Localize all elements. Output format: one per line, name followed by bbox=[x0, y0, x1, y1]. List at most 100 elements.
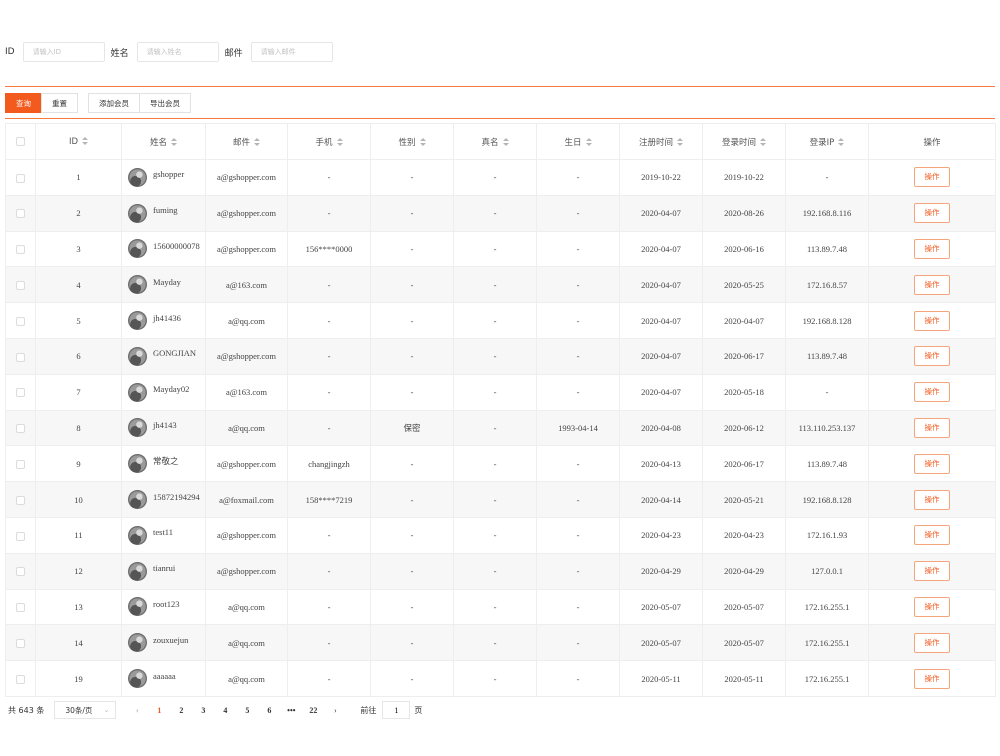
column-header-email[interactable]: 邮件 bbox=[205, 123, 288, 160]
row-select-cell[interactable] bbox=[5, 660, 36, 697]
row-checkbox[interactable] bbox=[16, 388, 25, 398]
id-input[interactable] bbox=[22, 42, 105, 62]
user-name: Mayday bbox=[153, 276, 181, 287]
sort-icon[interactable] bbox=[336, 138, 343, 146]
column-header-name[interactable]: 姓名 bbox=[121, 123, 206, 160]
row-checkbox[interactable] bbox=[16, 567, 25, 577]
next-page-chevron-right-icon[interactable]: › bbox=[324, 706, 346, 715]
table-row: 1 gshopper a@gshopper.com - - - -2019-10-22 201… bbox=[5, 159, 996, 196]
action-button[interactable]: 操作 bbox=[914, 238, 950, 259]
sort-icon[interactable] bbox=[838, 138, 845, 146]
row-select-cell[interactable] bbox=[5, 445, 36, 483]
column-header-phone[interactable]: 手机 bbox=[287, 123, 371, 160]
add-member-button[interactable]: 添加会员 bbox=[88, 93, 140, 113]
action-button[interactable]: 操作 bbox=[914, 346, 950, 367]
cell-ip: 172.16.1.93 bbox=[785, 516, 869, 554]
column-header-login-time[interactable]: 登录时间 bbox=[702, 123, 786, 160]
page-number[interactable]: 22 bbox=[302, 706, 324, 715]
row-select-cell[interactable] bbox=[5, 337, 36, 375]
row-checkbox[interactable] bbox=[16, 603, 25, 613]
action-button[interactable]: 操作 bbox=[914, 561, 950, 582]
action-button[interactable]: 操作 bbox=[914, 668, 950, 689]
row-checkbox[interactable] bbox=[16, 245, 25, 255]
row-select-cell[interactable] bbox=[5, 624, 36, 662]
email-input[interactable] bbox=[250, 42, 333, 62]
row-select-cell[interactable] bbox=[5, 194, 36, 232]
page-size-select[interactable]: 30条/页 ⌄ bbox=[54, 701, 117, 719]
goto-page-input[interactable] bbox=[382, 701, 411, 719]
column-header-birthday[interactable]: 生日 bbox=[536, 123, 620, 160]
select-all-header[interactable] bbox=[5, 123, 36, 160]
action-button[interactable]: 操作 bbox=[914, 203, 950, 224]
page-number[interactable]: 2 bbox=[170, 706, 192, 715]
search-label-email: 邮件 bbox=[224, 48, 243, 59]
sort-icon[interactable] bbox=[254, 138, 260, 146]
column-header-realname[interactable]: 真名 bbox=[453, 123, 537, 160]
cell-id: 9 bbox=[35, 445, 122, 483]
page-number[interactable]: ••• bbox=[280, 706, 302, 715]
row-select-cell[interactable] bbox=[5, 409, 36, 447]
row-checkbox[interactable] bbox=[16, 316, 25, 326]
row-select-cell[interactable] bbox=[5, 302, 36, 339]
row-checkbox[interactable] bbox=[16, 531, 25, 541]
column-label: 操作 bbox=[923, 137, 941, 148]
cell-ip: 172.16.255.1 bbox=[785, 660, 869, 697]
action-button[interactable]: 操作 bbox=[914, 632, 950, 653]
action-button[interactable]: 操作 bbox=[914, 525, 950, 546]
action-button[interactable]: 操作 bbox=[914, 167, 950, 188]
sort-icon[interactable] bbox=[502, 138, 509, 146]
name-input[interactable] bbox=[136, 42, 219, 62]
prev-page-chevron-left-icon[interactable]: ‹ bbox=[126, 706, 148, 715]
column-header-id[interactable]: ID bbox=[35, 123, 122, 160]
row-select-cell[interactable] bbox=[5, 516, 36, 554]
sort-icon[interactable] bbox=[585, 138, 592, 146]
reset-button[interactable]: 重置 bbox=[41, 93, 78, 113]
cell-ip: 192.168.8.116 bbox=[785, 194, 869, 232]
sort-icon[interactable] bbox=[760, 138, 766, 146]
row-checkbox[interactable] bbox=[16, 495, 25, 505]
row-checkbox[interactable] bbox=[16, 209, 25, 219]
column-header-login-ip[interactable]: 登录IP bbox=[785, 123, 869, 160]
avatar bbox=[128, 597, 147, 617]
sort-icon[interactable] bbox=[677, 138, 683, 146]
page-number[interactable]: 6 bbox=[258, 706, 280, 715]
page-number[interactable]: 3 bbox=[192, 706, 214, 715]
search-label-name: 姓名 bbox=[110, 48, 129, 59]
row-select-cell[interactable] bbox=[5, 373, 36, 411]
query-button[interactable]: 查询 bbox=[5, 93, 42, 113]
page-number[interactable]: 1 bbox=[148, 706, 170, 715]
row-checkbox[interactable] bbox=[16, 281, 25, 291]
action-button[interactable]: 操作 bbox=[914, 417, 950, 438]
action-button[interactable]: 操作 bbox=[914, 274, 950, 295]
row-select-cell[interactable] bbox=[5, 588, 36, 626]
table-header-row: ID 姓名 邮件 手机 性别 真名 生日 注册时间 登录时间 登录IP 操作 bbox=[5, 123, 996, 160]
sort-icon[interactable] bbox=[171, 138, 177, 146]
row-checkbox[interactable] bbox=[16, 460, 25, 470]
table-row: 19 aaaaaa a@qq.com - - - -2020-05-11 2020-05-11… bbox=[5, 660, 996, 697]
row-select-cell[interactable] bbox=[5, 552, 36, 590]
row-select-cell[interactable] bbox=[5, 159, 36, 196]
row-checkbox[interactable] bbox=[16, 173, 25, 183]
select-all-checkbox[interactable] bbox=[16, 136, 25, 146]
page-number[interactable]: 4 bbox=[214, 706, 236, 715]
row-checkbox[interactable] bbox=[16, 674, 25, 684]
action-button[interactable]: 操作 bbox=[914, 382, 950, 403]
action-button[interactable]: 操作 bbox=[914, 453, 950, 474]
table-row: 3 15600000078 a@gshopper.com 156****0000- - -… bbox=[5, 230, 996, 268]
row-checkbox[interactable] bbox=[16, 352, 25, 362]
column-header-gender[interactable]: 性别 bbox=[370, 123, 454, 160]
cell-email: a@gshopper.com bbox=[205, 194, 288, 232]
page-number[interactable]: 5 bbox=[236, 706, 258, 715]
export-member-button[interactable]: 导出会员 bbox=[139, 93, 191, 113]
action-button[interactable]: 操作 bbox=[914, 489, 950, 510]
row-checkbox[interactable] bbox=[16, 424, 25, 434]
sort-icon[interactable] bbox=[82, 137, 89, 145]
action-button[interactable]: 操作 bbox=[914, 596, 950, 617]
sort-icon[interactable] bbox=[419, 138, 426, 146]
row-select-cell[interactable] bbox=[5, 230, 36, 268]
action-button[interactable]: 操作 bbox=[914, 310, 950, 331]
column-header-register-time[interactable]: 注册时间 bbox=[619, 123, 703, 160]
row-select-cell[interactable] bbox=[5, 481, 36, 518]
row-checkbox[interactable] bbox=[16, 639, 25, 649]
row-select-cell[interactable] bbox=[5, 266, 36, 304]
